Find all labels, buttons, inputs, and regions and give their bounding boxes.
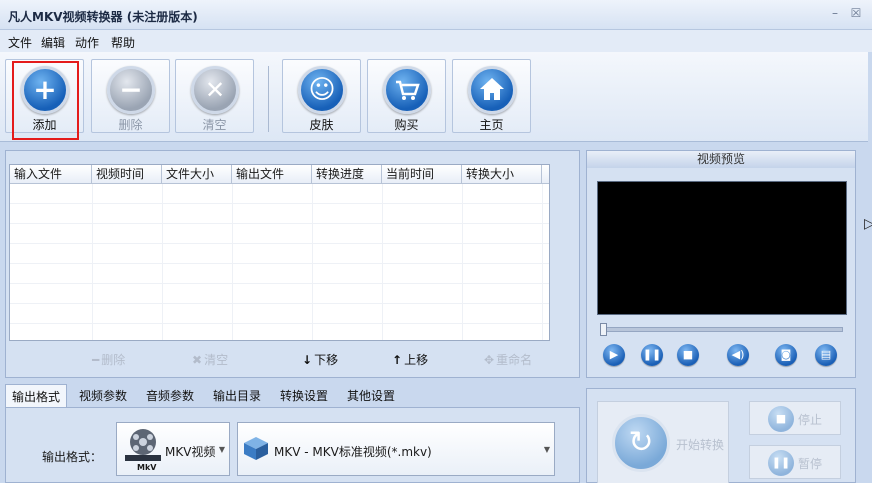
skin-label: 皮肤 bbox=[309, 118, 334, 132]
file-table[interactable]: 输入文件 视频时间 文件大小 输出文件 转换进度 当前时间 转换大小 bbox=[9, 164, 550, 341]
convert-panel: ↻ 开始转换 ■ 停止 ❚❚ 暂停 bbox=[586, 388, 856, 483]
arrow-down-icon: ↓ bbox=[302, 353, 313, 367]
output-format-label: 输出格式： bbox=[42, 450, 103, 464]
tab-output-dir[interactable]: 输出目录 bbox=[207, 384, 267, 408]
menu-edit[interactable]: 编辑 bbox=[41, 34, 65, 51]
seek-handle[interactable] bbox=[600, 323, 607, 336]
smiley-icon: ☺ bbox=[298, 66, 346, 114]
move-down-label: 下移 bbox=[314, 353, 339, 367]
cart-icon bbox=[383, 66, 431, 114]
settings-tabs: 输出格式 视频参数 音频参数 输出目录 转换设置 其他设置 bbox=[5, 384, 580, 408]
chevron-down-icon: ▼ bbox=[218, 445, 225, 454]
format-category-select[interactable]: MKV视频 MkV ▼ bbox=[116, 422, 230, 476]
close-button[interactable]: ☒ bbox=[849, 6, 863, 20]
video-preview-panel: 视频预览 ▶ ❚❚ ■ ◀) ◙ ▤ bbox=[586, 150, 856, 378]
chevron-down-icon: ▼ bbox=[543, 445, 550, 454]
home-icon bbox=[468, 66, 516, 114]
tab-convert-settings[interactable]: 转换设置 bbox=[274, 384, 334, 408]
format-category-value: MKV视频 bbox=[165, 445, 216, 459]
tab-video-params[interactable]: 视频参数 bbox=[73, 384, 133, 408]
move-down-button[interactable]: ↓ 下移 bbox=[302, 351, 338, 368]
cube-icon bbox=[244, 437, 268, 460]
menu-help[interactable]: 帮助 bbox=[111, 34, 135, 51]
table-row bbox=[10, 184, 549, 204]
pause-label: 暂停 bbox=[798, 457, 823, 471]
list-clear-button[interactable]: ✖ 清空 bbox=[192, 351, 228, 368]
col-progress[interactable]: 转换进度 bbox=[312, 165, 382, 184]
col-file-size[interactable]: 文件大小 bbox=[162, 165, 232, 184]
delete-label: 删除 bbox=[118, 118, 143, 132]
output-format-panel: 输出格式： MKV视频 MkV ▼ MKV - MKV标准视频(*.mkv) ▼ bbox=[5, 407, 580, 483]
refresh-arrow-icon: ↻ bbox=[612, 414, 670, 472]
col-output-file[interactable]: 输出文件 bbox=[232, 165, 312, 184]
buy-label: 购买 bbox=[394, 118, 419, 132]
stop-icon: ■ bbox=[768, 406, 794, 432]
toolbar-separator bbox=[268, 66, 269, 132]
seek-bar[interactable] bbox=[600, 323, 843, 336]
menu-action[interactable]: 动作 bbox=[75, 34, 99, 51]
table-header: 输入文件 视频时间 文件大小 输出文件 转换进度 当前时间 转换大小 bbox=[10, 165, 549, 184]
video-screen bbox=[597, 181, 847, 315]
add-button-highlight bbox=[12, 61, 79, 140]
tab-output-format[interactable]: 输出格式 bbox=[5, 384, 68, 408]
minimize-button[interactable]: – bbox=[828, 6, 842, 20]
play-icon[interactable]: ▶ bbox=[603, 344, 625, 366]
file-list-panel: 输入文件 视频时间 文件大小 输出文件 转换进度 当前时间 转换大小 ━ 删除 ✖… bbox=[5, 150, 580, 378]
list-clear-label: 清空 bbox=[204, 353, 229, 367]
list-delete-label: 删除 bbox=[101, 353, 126, 367]
format-profile-select[interactable]: MKV - MKV标准视频(*.mkv) ▼ bbox=[237, 422, 555, 476]
format-profile-value: MKV - MKV标准视频(*.mkv) bbox=[274, 445, 432, 459]
stop-label: 停止 bbox=[798, 413, 823, 427]
col-current-time[interactable]: 当前时间 bbox=[382, 165, 462, 184]
volume-icon[interactable]: ◀) bbox=[727, 344, 749, 366]
move-up-button[interactable]: ↑ 上移 bbox=[392, 351, 428, 368]
table-row bbox=[10, 204, 549, 224]
table-row bbox=[10, 264, 549, 284]
buy-button[interactable]: 购买 bbox=[367, 59, 446, 133]
window-title: 凡人MKV视频转换器 (未注册版本) bbox=[8, 10, 198, 24]
start-convert-button[interactable]: ↻ 开始转换 bbox=[597, 401, 729, 483]
table-row bbox=[10, 304, 549, 324]
clear-button[interactable]: ✕ 清空 bbox=[175, 59, 254, 133]
clear-label: 清空 bbox=[202, 118, 227, 132]
stop-icon[interactable]: ■ bbox=[677, 344, 699, 366]
table-row bbox=[10, 324, 549, 340]
minus-icon: − bbox=[107, 66, 155, 114]
rename-label: 重命名 bbox=[496, 353, 533, 367]
mouse-cursor-icon: ▷ bbox=[864, 216, 872, 232]
stop-button[interactable]: ■ 停止 bbox=[749, 401, 841, 435]
pause-icon[interactable]: ❚❚ bbox=[641, 344, 663, 366]
tab-audio-params[interactable]: 音频参数 bbox=[140, 384, 200, 408]
open-folder-icon[interactable]: ▤ bbox=[815, 344, 837, 366]
col-converted-size[interactable]: 转换大小 bbox=[462, 165, 542, 184]
title-bar: 凡人MKV视频转换器 (未注册版本) – ☒ bbox=[0, 0, 872, 30]
menu-bar: 文件 编辑 动作 帮助 bbox=[0, 30, 872, 52]
tab-other-settings[interactable]: 其他设置 bbox=[341, 384, 401, 408]
start-convert-label: 开始转换 bbox=[676, 438, 725, 452]
skin-button[interactable]: ☺ 皮肤 bbox=[282, 59, 361, 133]
menu-file[interactable]: 文件 bbox=[8, 34, 32, 51]
pause-button[interactable]: ❚❚ 暂停 bbox=[749, 445, 841, 479]
list-delete-button[interactable]: ━ 删除 bbox=[92, 351, 125, 368]
col-video-time[interactable]: 视频时间 bbox=[92, 165, 162, 184]
table-row bbox=[10, 244, 549, 264]
arrow-up-icon: ↑ bbox=[392, 353, 403, 367]
preview-title: 视频预览 bbox=[587, 151, 855, 168]
move-up-label: 上移 bbox=[404, 353, 429, 367]
format-icon-caption: MkV bbox=[137, 463, 157, 472]
rename-button[interactable]: ✥ 重命名 bbox=[484, 351, 532, 368]
x-icon: ✖ bbox=[192, 353, 203, 367]
snapshot-icon[interactable]: ◙ bbox=[775, 344, 797, 366]
pause-icon: ❚❚ bbox=[768, 450, 794, 476]
table-row bbox=[10, 224, 549, 244]
col-input-file[interactable]: 输入文件 bbox=[10, 165, 92, 184]
x-icon: ✕ bbox=[191, 66, 239, 114]
delete-button[interactable]: − 删除 bbox=[91, 59, 170, 133]
toolbar: + 添加 − 删除 ✕ 清空 ☺ 皮肤 购买 主页 bbox=[0, 52, 868, 142]
move-icon: ✥ bbox=[484, 353, 495, 367]
home-label: 主页 bbox=[479, 118, 504, 132]
minus-icon: ━ bbox=[92, 353, 100, 367]
home-button[interactable]: 主页 bbox=[452, 59, 531, 133]
table-row bbox=[10, 284, 549, 304]
